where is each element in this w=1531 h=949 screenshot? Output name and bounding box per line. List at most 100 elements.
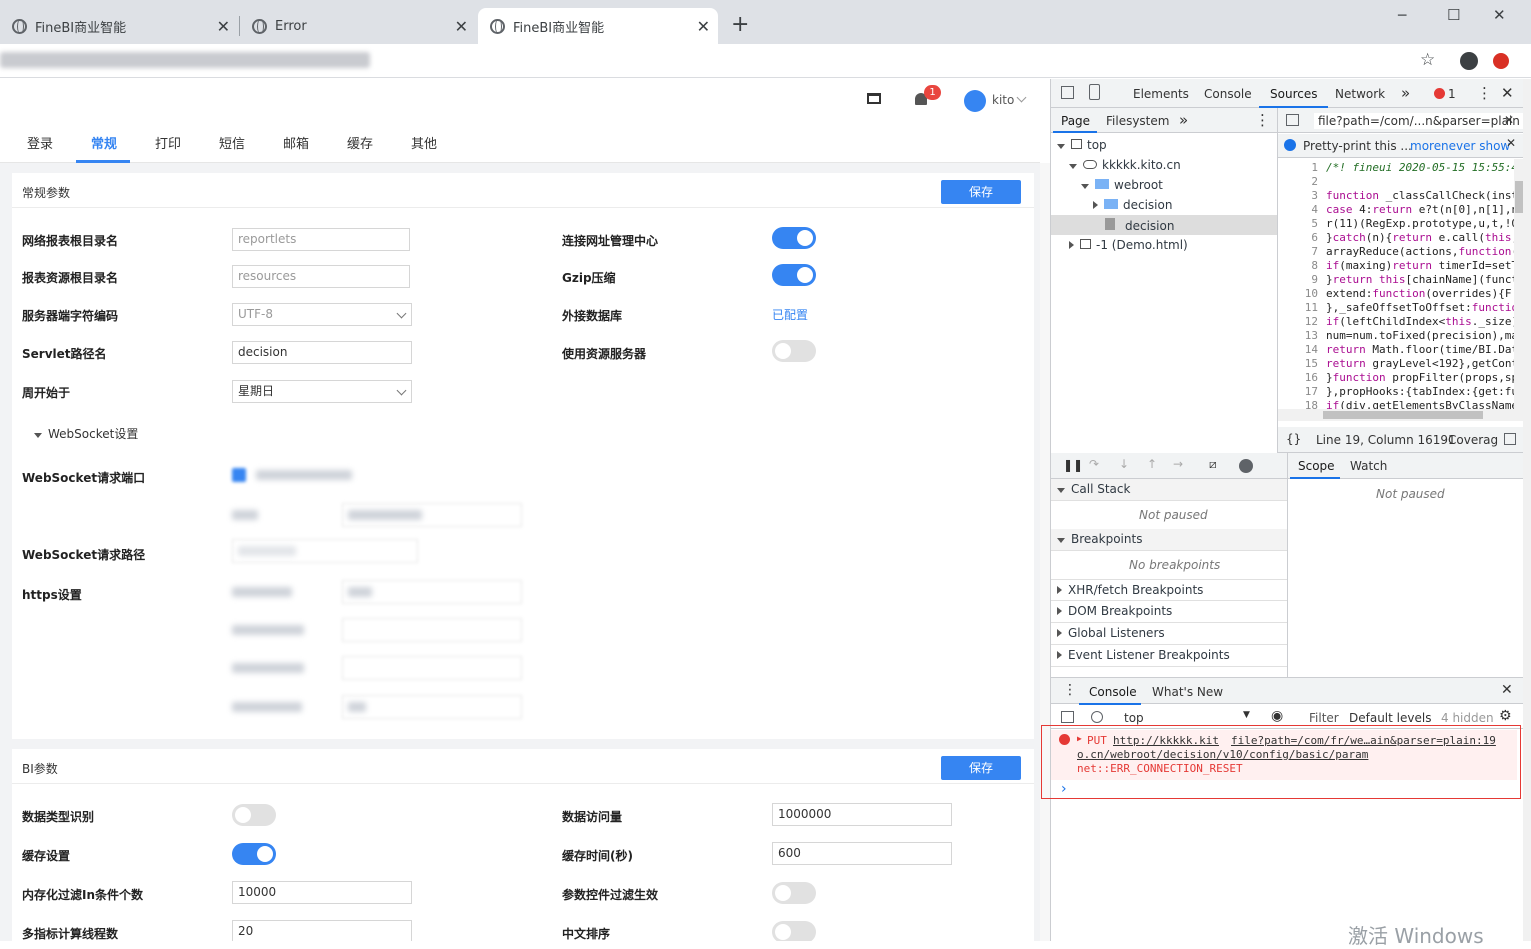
global-listeners-header[interactable]: Global Listeners (1051, 623, 1287, 645)
save-button[interactable]: 保存 (941, 756, 1021, 780)
log-levels-select[interactable]: Default levels (1349, 711, 1431, 725)
kebab-menu-icon[interactable]: ⋮ (1063, 682, 1077, 698)
cache-toggle[interactable] (232, 843, 276, 865)
close-tab-icon[interactable]: ✕ (217, 17, 230, 36)
gear-icon[interactable]: ⚙ (1499, 708, 1512, 724)
tab-watch[interactable]: Watch (1350, 459, 1387, 473)
tab-print[interactable]: 打印 (155, 133, 181, 152)
blurred-input[interactable] (342, 695, 522, 719)
report-root-input[interactable]: reportlets (232, 228, 410, 251)
minimize-button[interactable]: ─ (1398, 8, 1406, 24)
toggle-debugger-icon[interactable] (1504, 433, 1516, 445)
cache-time-input[interactable]: 600 (772, 842, 952, 865)
blurred-input[interactable] (342, 656, 522, 680)
format-icon[interactable]: {} (1286, 432, 1301, 446)
sidebar-toggle-icon[interactable] (1061, 711, 1074, 723)
close-infobar-icon[interactable]: ✕ (1506, 136, 1516, 150)
tab-network[interactable]: Network (1335, 87, 1385, 101)
tree-node-demo[interactable]: -1 (Demo.html) (1069, 238, 1188, 252)
step-out-icon[interactable]: ↑ (1147, 457, 1157, 471)
editor-file-tab[interactable]: file?path=/com/...n&parser=plain (1314, 113, 1524, 129)
data-visits-input[interactable]: 1000000 (772, 803, 952, 826)
tab-filesystem[interactable]: Filesystem (1106, 114, 1169, 128)
editor-scrollbar-h[interactable] (1278, 409, 1524, 421)
param-filter-toggle[interactable] (772, 882, 816, 904)
step-icon[interactable]: → (1173, 457, 1183, 471)
bookmark-star-icon[interactable]: ☆ (1420, 50, 1435, 70)
kebab-menu-icon[interactable]: ⋮ (1255, 111, 1270, 129)
tab-sources[interactable]: Sources (1270, 87, 1317, 101)
tab-email[interactable]: 邮箱 (283, 133, 309, 152)
external-db-configured-link[interactable]: 已配置 (772, 306, 808, 323)
tab-page[interactable]: Page (1061, 114, 1090, 128)
source-link[interactable]: file?path=/com/fr/we…ain&parser=plain:19 (1231, 734, 1496, 747)
tab-scope[interactable]: Scope (1298, 459, 1335, 473)
multi-thread-input[interactable]: 20 (232, 920, 412, 941)
tab-general[interactable]: 常规 (91, 133, 117, 152)
code-editor[interactable]: 1 /*! fineui 2020-05-15 15:55:44 2 3 functio… (1278, 159, 1514, 421)
user-name[interactable]: kito (992, 93, 1014, 107)
close-drawer-icon[interactable]: ✕ (1501, 682, 1513, 698)
console-error-entry[interactable]: ▶ PUT http://kkkkk.kit file?path=/com/fr… (1051, 730, 1517, 780)
never-show-link[interactable]: never show (1441, 139, 1510, 153)
window-close-button[interactable]: ✕ (1493, 6, 1506, 24)
breakpoints-header[interactable]: Breakpoints (1051, 529, 1287, 551)
event-listener-breakpoints-header[interactable]: Event Listener Breakpoints (1051, 645, 1287, 667)
tab-sms[interactable]: 短信 (219, 133, 245, 152)
deactivate-breakpoints-icon[interactable]: ⧄ (1209, 457, 1217, 472)
close-devtools-icon[interactable]: ✕ (1501, 84, 1514, 102)
more-icon[interactable]: » (1179, 111, 1188, 129)
drawer-tab-console[interactable]: Console (1089, 685, 1137, 699)
eye-icon[interactable]: ◉ (1271, 708, 1283, 724)
blurred-input[interactable] (342, 618, 522, 642)
profile-icon[interactable] (1460, 52, 1478, 70)
close-tab-icon[interactable]: ✕ (697, 17, 710, 36)
browser-tab-2[interactable]: Error ✕ (240, 8, 476, 44)
app-scrollbar[interactable] (1040, 163, 1050, 941)
close-tab-icon[interactable]: ✕ (455, 17, 468, 36)
gzip-toggle[interactable] (772, 264, 816, 286)
chevron-down-icon[interactable]: ▼ (1243, 710, 1250, 720)
more-tabs-icon[interactable]: » (1401, 84, 1410, 102)
tab-cache[interactable]: 缓存 (347, 133, 373, 152)
user-avatar[interactable] (964, 90, 986, 112)
caret-right-icon[interactable]: ▶ (1077, 734, 1082, 743)
address-bar[interactable]: ☆ (0, 44, 1531, 78)
xhr-breakpoints-header[interactable]: XHR/fetch Breakpoints (1051, 579, 1287, 601)
new-tab-button[interactable]: + (731, 12, 749, 37)
connect-center-toggle[interactable] (772, 227, 816, 249)
encoding-select[interactable]: UTF-8 (232, 303, 412, 326)
type-detect-toggle[interactable] (232, 804, 276, 826)
tree-node-top[interactable]: top (1057, 138, 1107, 152)
websocket-group-toggle[interactable]: WebSocket设置 (34, 425, 138, 442)
request-url-link[interactable]: http://kkkkk.kit (1113, 734, 1219, 747)
clear-console-icon[interactable] (1091, 711, 1103, 723)
browser-tab-1[interactable]: FineBI商业智能 ✕ (0, 8, 238, 44)
coverage-label[interactable]: Coverag (1448, 433, 1498, 447)
tab-other[interactable]: 其他 (411, 133, 437, 152)
filter-input[interactable]: Filter (1309, 711, 1339, 725)
close-tab-icon[interactable]: ✕ (1504, 113, 1514, 127)
mem-filter-input[interactable]: 10000 (232, 881, 412, 904)
tab-elements[interactable]: Elements (1133, 87, 1189, 101)
console-prompt[interactable]: › (1061, 781, 1067, 797)
kebab-menu-icon[interactable]: ⋮ (1477, 84, 1492, 102)
page-scrollbar[interactable] (1523, 79, 1531, 941)
inspect-icon[interactable] (1061, 86, 1074, 99)
drawer-tab-whats-new[interactable]: What's New (1152, 685, 1223, 699)
book-icon[interactable] (867, 93, 881, 104)
error-count[interactable]: 1 (1448, 87, 1456, 101)
cn-sort-toggle[interactable] (772, 921, 816, 941)
context-select[interactable]: top (1124, 711, 1144, 725)
chevron-down-icon[interactable] (1016, 92, 1027, 103)
resource-root-input[interactable]: resources (232, 265, 410, 288)
call-stack-header[interactable]: Call Stack (1051, 479, 1287, 501)
update-icon[interactable] (1493, 53, 1509, 69)
blurred-checkbox[interactable] (232, 468, 246, 482)
tree-node-webroot[interactable]: webroot (1081, 178, 1163, 192)
tab-console[interactable]: Console (1204, 87, 1252, 101)
maximize-button[interactable]: ☐ (1447, 6, 1460, 24)
step-over-icon[interactable]: ↷ (1089, 457, 1099, 471)
step-into-icon[interactable]: ↓ (1119, 457, 1129, 471)
tab-login[interactable]: 登录 (27, 133, 53, 152)
